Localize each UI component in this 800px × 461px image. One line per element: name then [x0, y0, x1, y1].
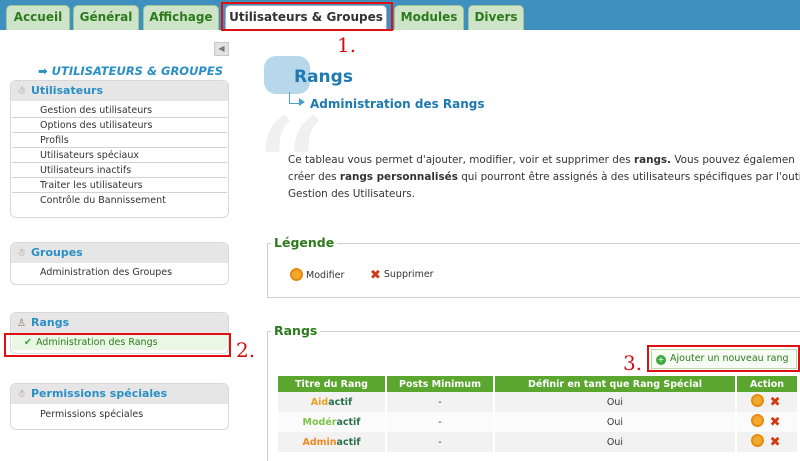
rank-actions: ✖ — [736, 412, 799, 432]
sidebar-box-header: ☃ Groupes — [11, 243, 228, 263]
sidebar-box-header: ☃ Utilisateurs — [11, 81, 228, 101]
ranks-section-title: Rangs — [271, 323, 321, 338]
rank-title: Modéractif — [278, 412, 387, 432]
rank-title: Adminactif — [278, 432, 387, 452]
annotation-box-1 — [221, 2, 393, 31]
table-row: Adminactif - Oui ✖ — [278, 432, 799, 452]
permissions-icon: ☃ — [17, 389, 26, 400]
column-header-titre[interactable]: Titre du Rang — [278, 376, 387, 392]
sidebar-section-heading: ➡ UTILISATEURS & GROUPES — [38, 64, 223, 78]
legend-fieldset — [267, 243, 800, 298]
rank-actions: ✖ — [736, 432, 799, 452]
rank-posts: - — [386, 412, 495, 432]
column-header-special[interactable]: Définir en tant que Rang Spécial — [494, 376, 737, 392]
sidebar-item-utilisateurs-speciaux[interactable]: Utilisateurs spéciaux — [12, 148, 227, 163]
delete-icon[interactable]: ✖ — [770, 415, 781, 430]
rank-title: Aidactif — [278, 392, 387, 412]
breadcrumb-connector — [289, 92, 299, 104]
edit-icon[interactable] — [750, 434, 764, 447]
annotation-box-2 — [4, 333, 231, 357]
column-header-action: Action — [736, 376, 799, 392]
table-row: Modéractif - Oui ✖ — [278, 412, 799, 432]
sidebar-item-profils[interactable]: Profils — [12, 133, 227, 148]
top-tab-bar: Accueil Général Affichage Utilisateurs &… — [0, 0, 800, 30]
sidebar-item-gestion-utilisateurs[interactable]: Gestion des utilisateurs — [12, 103, 227, 118]
delete-icon: ✖ — [370, 268, 381, 283]
legend-title: Légende — [271, 235, 338, 250]
edit-icon[interactable] — [750, 394, 764, 407]
annotation-number-1: 1. — [337, 33, 357, 57]
sidebar-item-controle-bannissement[interactable]: Contrôle du Bannissement — [12, 193, 227, 208]
rank-posts: - — [386, 392, 495, 412]
sidebar-box-utilisateurs: ☃ Utilisateurs Gestion des utilisateurs O… — [10, 80, 229, 218]
tab-general[interactable]: Général — [73, 5, 139, 30]
rank-special: Oui — [494, 432, 737, 452]
sidebar-item-traiter-utilisateurs[interactable]: Traiter les utilisateurs — [12, 178, 227, 193]
page-title: Rangs — [294, 67, 353, 87]
rank-posts: - — [386, 432, 495, 452]
edit-icon — [290, 268, 303, 281]
rank-icon: ♙ — [17, 318, 26, 329]
delete-icon[interactable]: ✖ — [770, 395, 781, 410]
page-subtitle: Administration des Rangs — [310, 97, 485, 111]
sidebar-item-utilisateurs-inactifs[interactable]: Utilisateurs inactifs — [12, 163, 227, 178]
annotation-number-3: 3. — [623, 351, 643, 375]
sidebar-item-options-utilisateurs[interactable]: Options des utilisateurs — [12, 118, 227, 133]
tab-affichage[interactable]: Affichage — [143, 5, 219, 30]
rank-special: Oui — [494, 392, 737, 412]
annotation-box-3 — [647, 345, 800, 372]
breadcrumb-arrow-icon — [299, 98, 305, 106]
sidebar-item-administration-groupes[interactable]: Administration des Groupes — [12, 265, 227, 280]
legend-edit: Modifier — [290, 268, 344, 281]
tab-modules[interactable]: Modules — [394, 5, 464, 30]
sidebar-box-header: ♙ Rangs — [11, 313, 228, 333]
sidebar-box-header: ☃ Permissions spéciales — [11, 384, 228, 404]
table-row: Aidactif - Oui ✖ — [278, 392, 799, 412]
users-icon: ☃ — [17, 86, 26, 97]
collapse-sidebar-button[interactable]: ◀ — [214, 42, 229, 56]
ranks-table: Titre du Rang Posts Minimum Définir en t… — [278, 376, 799, 452]
rank-actions: ✖ — [736, 392, 799, 412]
column-header-posts[interactable]: Posts Minimum — [386, 376, 495, 392]
rank-special: Oui — [494, 412, 737, 432]
legend-delete: ✖ Supprimer — [370, 268, 434, 283]
group-icon: ☃ — [17, 248, 26, 259]
sidebar-item-permissions-speciales[interactable]: Permissions spéciales — [12, 407, 227, 422]
annotation-number-2: 2. — [236, 338, 256, 362]
sidebar-box-permissions: ☃ Permissions spéciales Permissions spéci… — [10, 383, 229, 430]
page-description: Ce tableau vous permet d'ajouter, modifi… — [288, 154, 800, 200]
sidebar-box-groupes: ☃ Groupes Administration des Groupes — [10, 242, 229, 285]
tab-accueil[interactable]: Accueil — [6, 5, 70, 30]
delete-icon[interactable]: ✖ — [770, 435, 781, 450]
tab-divers[interactable]: Divers — [468, 5, 524, 30]
edit-icon[interactable] — [750, 414, 764, 427]
